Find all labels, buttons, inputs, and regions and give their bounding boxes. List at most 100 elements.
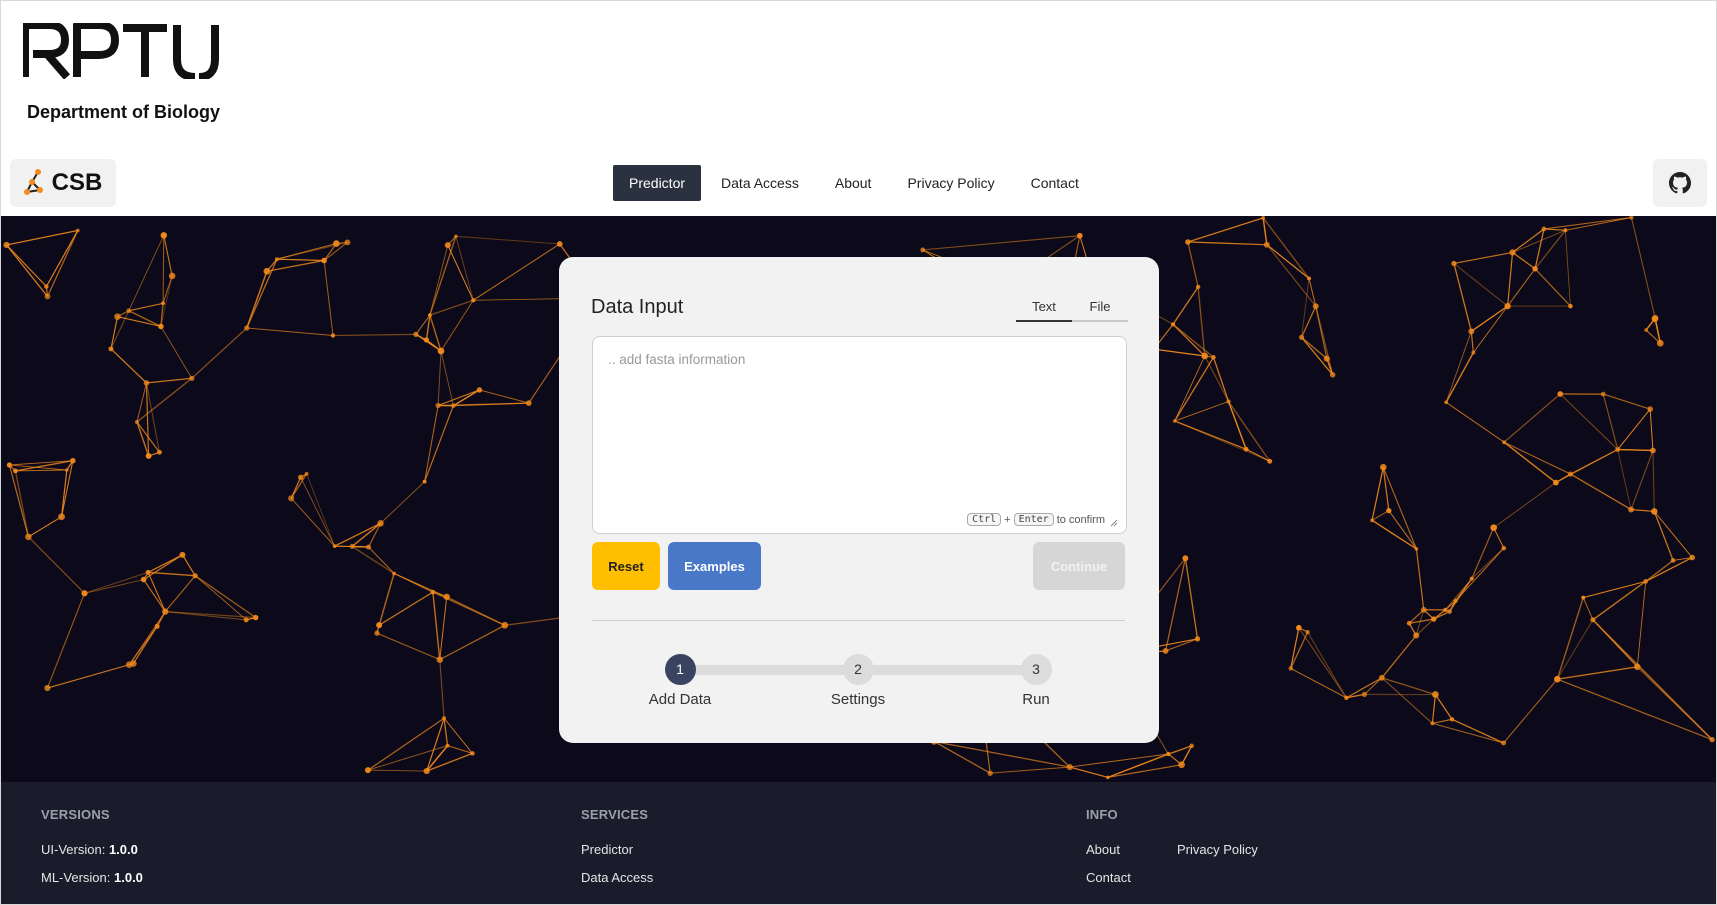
network-node	[1553, 479, 1559, 486]
network-edge	[368, 546, 395, 574]
network-edge	[1290, 627, 1300, 669]
network-edge	[1432, 718, 1453, 724]
network-edge	[440, 350, 454, 406]
network-node	[126, 308, 132, 314]
network-edge	[1570, 473, 1632, 511]
network-edge	[1455, 547, 1505, 602]
network-node	[114, 313, 121, 320]
network-edge	[1174, 356, 1215, 422]
network-node	[1504, 302, 1511, 310]
github-button[interactable]	[1653, 159, 1707, 207]
continue-button[interactable]: Continue	[1033, 542, 1125, 590]
network-edge	[1630, 450, 1654, 510]
network-edge	[1107, 753, 1169, 778]
network-node	[1670, 558, 1676, 563]
reset-button[interactable]: Reset	[592, 542, 660, 590]
network-node	[454, 234, 458, 239]
network-node	[1443, 607, 1448, 613]
network-node	[1344, 695, 1349, 700]
nav-data-access[interactable]: Data Access	[705, 165, 815, 201]
network-edge	[136, 421, 150, 457]
network-node	[1590, 617, 1596, 623]
nav-about[interactable]: About	[819, 165, 888, 201]
network-edge	[276, 242, 337, 260]
network-node	[1656, 339, 1664, 347]
network-node	[1378, 674, 1385, 681]
network-edge	[1445, 352, 1474, 403]
network-node	[470, 751, 475, 756]
network-node	[6, 462, 13, 468]
network-edge	[1453, 263, 1508, 307]
network-node	[1651, 508, 1658, 515]
network-edge	[191, 327, 248, 379]
network-node	[1298, 334, 1305, 340]
network-node	[154, 623, 160, 629]
network-node	[1453, 598, 1458, 603]
network-node	[1628, 506, 1634, 513]
network-edge	[1184, 558, 1199, 639]
network-node	[1469, 576, 1474, 581]
network-edge	[246, 258, 278, 329]
nav-predictor[interactable]: Predictor	[613, 165, 702, 201]
network-node	[1195, 284, 1201, 290]
network-node	[1413, 632, 1420, 639]
step-settings: 2 Settings	[798, 654, 918, 708]
network-edge	[1107, 764, 1182, 779]
network-edge	[426, 718, 445, 772]
network-edge	[393, 573, 434, 593]
network-node	[1568, 303, 1573, 309]
network-edge	[290, 497, 335, 547]
nav-privacy-policy[interactable]: Privacy Policy	[891, 165, 1010, 201]
network-node	[1557, 391, 1564, 397]
nav-contact[interactable]: Contact	[1015, 165, 1095, 201]
tab-text[interactable]: Text	[1016, 293, 1072, 322]
network-edge	[1473, 305, 1508, 353]
footer-link-contact[interactable]: Contact	[1086, 870, 1131, 885]
network-edge	[1187, 241, 1267, 246]
network-node	[1644, 328, 1648, 332]
footer-link-about[interactable]: About	[1086, 842, 1120, 857]
network-edge	[110, 316, 119, 350]
footer-link-predictor[interactable]: Predictor	[581, 842, 633, 857]
network-edge	[472, 243, 561, 301]
network-edge	[6, 244, 47, 287]
network-edge	[1592, 580, 1647, 621]
footer-link-data-access[interactable]: Data Access	[581, 870, 653, 885]
tab-file[interactable]: File	[1072, 293, 1128, 322]
network-edge	[1445, 331, 1472, 403]
network-edge	[1371, 467, 1384, 521]
network-edge	[1630, 217, 1656, 319]
network-edge	[1290, 631, 1309, 669]
network-edge	[933, 740, 1070, 768]
network-edge	[162, 235, 165, 304]
network-node	[1581, 595, 1586, 600]
footer-link-privacy-policy[interactable]: Privacy Policy	[1177, 842, 1258, 857]
network-edge	[1636, 581, 1647, 667]
examples-button[interactable]: Examples	[668, 542, 761, 590]
network-edge	[990, 766, 1070, 774]
csb-label: CSB	[51, 169, 103, 196]
step-add-data: 1 Add Data	[620, 654, 740, 708]
network-edge	[1543, 216, 1632, 230]
footer-versions-title: VERSIONS	[41, 807, 110, 822]
network-node	[1444, 400, 1448, 405]
network-node	[44, 284, 49, 289]
network-node	[1406, 620, 1412, 626]
step-number: 2	[842, 654, 874, 685]
network-edge	[9, 464, 67, 471]
network-edge	[1470, 305, 1508, 332]
network-edge	[440, 300, 474, 352]
fasta-input[interactable]: .. add fasta information Ctrl + Enter to…	[592, 336, 1127, 534]
network-edge	[162, 275, 173, 304]
network-edge	[1617, 408, 1651, 450]
network-edge	[1507, 252, 1514, 307]
csb-home-button[interactable]: CSB	[10, 159, 116, 207]
network-node	[1643, 579, 1649, 584]
network-node	[160, 232, 167, 239]
network-node	[1501, 545, 1507, 551]
network-edge	[1570, 449, 1618, 475]
network-node	[143, 380, 150, 386]
resize-handle-icon[interactable]	[1110, 519, 1118, 527]
network-node	[75, 228, 80, 233]
network-node	[330, 333, 336, 338]
